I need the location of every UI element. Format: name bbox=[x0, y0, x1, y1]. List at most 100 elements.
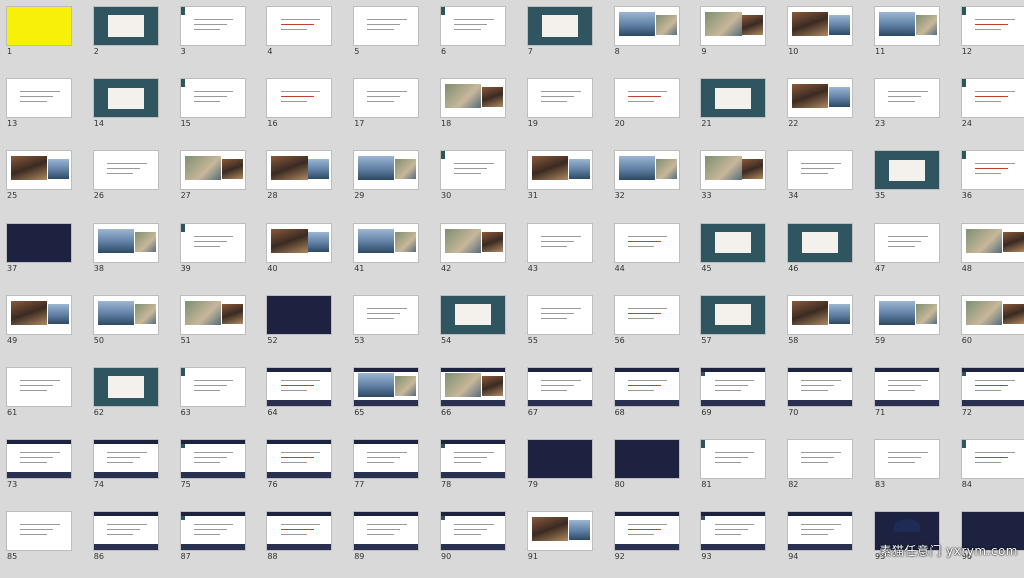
slide-thumbnail[interactable]: 24 bbox=[958, 75, 1024, 145]
slide-thumbnail[interactable]: 91 bbox=[524, 508, 602, 578]
slide-thumbnail[interactable]: 49 bbox=[3, 292, 81, 362]
slide-thumbnail[interactable]: 18 bbox=[437, 75, 515, 145]
slide-thumbnail[interactable]: 36 bbox=[958, 147, 1024, 217]
slide-thumbnail[interactable]: 35 bbox=[871, 147, 949, 217]
slide-thumbnail[interactable]: 82 bbox=[784, 436, 862, 506]
slide-thumbnail[interactable]: 71 bbox=[871, 364, 949, 434]
slide-thumbnail[interactable]: 85 bbox=[3, 508, 81, 578]
slide-thumbnail[interactable]: 16 bbox=[263, 75, 341, 145]
slide-thumbnail[interactable]: 40 bbox=[263, 220, 341, 290]
slide-thumbnail[interactable]: 43 bbox=[524, 220, 602, 290]
slide-thumbnail[interactable]: 70 bbox=[784, 364, 862, 434]
slide-thumbnail[interactable]: 30 bbox=[437, 147, 515, 217]
slide-thumbnail[interactable]: 8 bbox=[611, 3, 689, 73]
slide-thumbnail[interactable]: 22 bbox=[784, 75, 862, 145]
slide-thumbnail[interactable]: 1 bbox=[3, 3, 81, 73]
slide-thumbnail[interactable]: 52 bbox=[263, 292, 341, 362]
slide-thumbnail[interactable]: 10 bbox=[784, 3, 862, 73]
slide-thumbnail[interactable]: 47 bbox=[871, 220, 949, 290]
slide-thumbnail[interactable]: 21 bbox=[697, 75, 775, 145]
slide-thumbnail[interactable]: 65 bbox=[350, 364, 428, 434]
slide-thumbnail[interactable]: 94 bbox=[784, 508, 862, 578]
slide-thumbnail[interactable]: 58 bbox=[784, 292, 862, 362]
slide-thumbnail[interactable]: 51 bbox=[177, 292, 255, 362]
slide-thumbnail[interactable]: 63 bbox=[177, 364, 255, 434]
slide-thumbnail[interactable]: 42 bbox=[437, 220, 515, 290]
slide-thumbnail[interactable]: 84 bbox=[958, 436, 1024, 506]
slide-thumbnail[interactable]: 44 bbox=[611, 220, 689, 290]
slide-thumbnail[interactable]: 80 bbox=[611, 436, 689, 506]
slide-thumbnail[interactable]: 66 bbox=[437, 364, 515, 434]
text-line bbox=[193, 524, 234, 526]
slide-thumbnail[interactable]: 92 bbox=[611, 508, 689, 578]
text-line bbox=[627, 529, 661, 531]
slide-thumbnail[interactable]: 12 bbox=[958, 3, 1024, 73]
slide-thumbnail[interactable]: 59 bbox=[871, 292, 949, 362]
slide-thumbnail[interactable]: 79 bbox=[524, 436, 602, 506]
slide-thumbnail[interactable]: 67 bbox=[524, 364, 602, 434]
slide-thumbnail[interactable]: 76 bbox=[263, 436, 341, 506]
slide-thumbnail[interactable]: 39 bbox=[177, 220, 255, 290]
slide-thumbnail[interactable]: 7 bbox=[524, 3, 602, 73]
slide-thumbnail[interactable]: 32 bbox=[611, 147, 689, 217]
slide-thumbnail[interactable]: 57 bbox=[697, 292, 775, 362]
slide-thumbnail[interactable]: 53 bbox=[350, 292, 428, 362]
slide-thumbnail[interactable]: 41 bbox=[350, 220, 428, 290]
slide-thumbnail[interactable]: 73 bbox=[3, 436, 81, 506]
slide-thumbnail[interactable]: 38 bbox=[90, 220, 168, 290]
slide-photo bbox=[308, 159, 330, 180]
slide-thumbnail[interactable]: 4 bbox=[263, 3, 341, 73]
slide-thumbnail[interactable]: 31 bbox=[524, 147, 602, 217]
slide-thumbnail[interactable]: 62 bbox=[90, 364, 168, 434]
slide-thumbnail[interactable]: 81 bbox=[697, 436, 775, 506]
slide-thumbnail[interactable]: 13 bbox=[3, 75, 81, 145]
slide-thumbnail[interactable]: 68 bbox=[611, 364, 689, 434]
slide-thumbnail[interactable]: 26 bbox=[90, 147, 168, 217]
slide-thumbnail[interactable]: 3 bbox=[177, 3, 255, 73]
slide-thumbnail[interactable]: 75 bbox=[177, 436, 255, 506]
slide-thumbnail[interactable]: 15 bbox=[177, 75, 255, 145]
slide-thumbnail[interactable]: 19 bbox=[524, 75, 602, 145]
slide-thumbnail[interactable]: 86 bbox=[90, 508, 168, 578]
slide-thumbnail[interactable]: 90 bbox=[437, 508, 515, 578]
slide-thumbnail[interactable]: 74 bbox=[90, 436, 168, 506]
slide-thumbnail[interactable]: 88 bbox=[263, 508, 341, 578]
slide-thumbnail[interactable]: 17 bbox=[350, 75, 428, 145]
slide-thumbnail[interactable]: 50 bbox=[90, 292, 168, 362]
slide-photo bbox=[792, 300, 829, 325]
slide-thumbnail[interactable]: 20 bbox=[611, 75, 689, 145]
slide-thumbnail[interactable]: 77 bbox=[350, 436, 428, 506]
slide-thumbnail[interactable]: 27 bbox=[177, 147, 255, 217]
slide-thumbnail[interactable]: 93 bbox=[697, 508, 775, 578]
slide-thumbnail[interactable]: 48 bbox=[958, 220, 1024, 290]
slide-thumbnail[interactable]: 29 bbox=[350, 147, 428, 217]
slide-thumbnail[interactable]: 23 bbox=[871, 75, 949, 145]
slide-thumbnail[interactable]: 45 bbox=[697, 220, 775, 290]
slide-thumbnail[interactable]: 55 bbox=[524, 292, 602, 362]
slide-thumbnail[interactable]: 72 bbox=[958, 364, 1024, 434]
slide-thumbnail[interactable]: 83 bbox=[871, 436, 949, 506]
slide-preview bbox=[440, 294, 506, 335]
slide-bottom-band bbox=[7, 472, 71, 479]
slide-thumbnail[interactable]: 56 bbox=[611, 292, 689, 362]
slide-thumbnail[interactable]: 89 bbox=[350, 508, 428, 578]
slide-thumbnail[interactable]: 25 bbox=[3, 147, 81, 217]
slide-thumbnail[interactable]: 60 bbox=[958, 292, 1024, 362]
slide-thumbnail[interactable]: 46 bbox=[784, 220, 862, 290]
slide-thumbnail[interactable]: 87 bbox=[177, 508, 255, 578]
slide-thumbnail[interactable]: 6 bbox=[437, 3, 515, 73]
slide-thumbnail[interactable]: 11 bbox=[871, 3, 949, 73]
slide-thumbnail[interactable]: 37 bbox=[3, 220, 81, 290]
slide-thumbnail[interactable]: 14 bbox=[90, 75, 168, 145]
slide-thumbnail[interactable]: 69 bbox=[697, 364, 775, 434]
slide-thumbnail[interactable]: 5 bbox=[350, 3, 428, 73]
slide-thumbnail[interactable]: 28 bbox=[263, 147, 341, 217]
slide-thumbnail[interactable]: 34 bbox=[784, 147, 862, 217]
slide-thumbnail[interactable]: 78 bbox=[437, 436, 515, 506]
slide-thumbnail[interactable]: 33 bbox=[697, 147, 775, 217]
slide-thumbnail[interactable]: 2 bbox=[90, 3, 168, 73]
slide-thumbnail[interactable]: 64 bbox=[263, 364, 341, 434]
slide-thumbnail[interactable]: 9 bbox=[697, 3, 775, 73]
slide-thumbnail[interactable]: 61 bbox=[3, 364, 81, 434]
slide-thumbnail[interactable]: 54 bbox=[437, 292, 515, 362]
